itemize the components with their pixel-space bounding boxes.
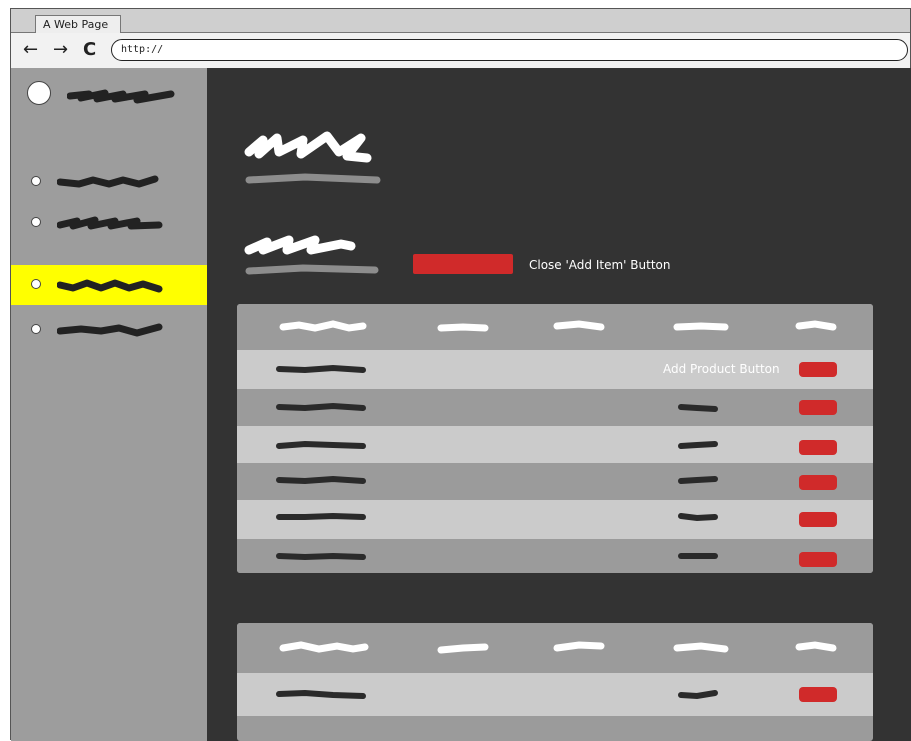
cell-placeholder	[276, 552, 366, 561]
add-product-button[interactable]	[799, 362, 837, 377]
sidebar-item-1[interactable]	[11, 162, 207, 202]
row-action-button[interactable]	[799, 687, 837, 702]
items-table: Add Product Button	[237, 304, 873, 573]
sidebar-item-2[interactable]	[11, 203, 207, 243]
column-header-placeholder	[553, 320, 605, 331]
cell-placeholder	[678, 553, 718, 559]
sidebar-item-label-placeholder	[57, 279, 163, 293]
browser-tab[interactable]: A Web Page	[35, 15, 121, 34]
bullet-icon	[31, 279, 41, 289]
main-content: Close 'Add Item' Button Add Product Butt…	[207, 68, 911, 741]
browser-toolbar: ← → C http://	[11, 33, 910, 68]
bullet-icon	[31, 176, 41, 186]
reload-icon[interactable]: C	[83, 38, 96, 62]
table-row	[237, 500, 873, 539]
cell-placeholder	[276, 689, 366, 699]
column-header-placeholder	[795, 320, 837, 331]
sidebar-item-label-placeholder	[57, 175, 159, 188]
column-header-placeholder	[279, 320, 367, 332]
sidebar-item-label-placeholder	[57, 216, 163, 230]
forward-arrow-icon[interactable]: →	[53, 38, 68, 62]
cell-placeholder	[276, 440, 366, 449]
cell-placeholder	[678, 404, 718, 412]
row-action-button[interactable]	[799, 512, 837, 527]
tab-bar: A Web Page	[11, 9, 910, 34]
add-product-label: Add Product Button	[663, 362, 780, 376]
table-row	[237, 389, 873, 426]
cell-placeholder	[276, 512, 366, 520]
browser-window: A Web Page ← → C http:// Close 'Add Item…	[10, 8, 911, 741]
table-row	[237, 539, 873, 573]
back-arrow-icon[interactable]: ←	[23, 38, 38, 62]
page-title-placeholder	[244, 131, 381, 184]
sidebar-item-4[interactable]	[11, 310, 207, 350]
cell-placeholder	[678, 513, 718, 522]
table-row: Add Product Button	[237, 350, 873, 389]
cell-placeholder	[276, 402, 366, 412]
address-bar[interactable]: http://	[111, 39, 908, 61]
column-header-placeholder	[553, 641, 605, 652]
bullet-icon	[31, 217, 41, 227]
bullet-icon	[31, 324, 41, 334]
logo-icon	[27, 81, 51, 105]
cell-placeholder	[678, 690, 718, 700]
column-header-placeholder	[673, 322, 729, 331]
logo-text-placeholder	[67, 89, 175, 104]
column-header-placeholder	[795, 641, 837, 652]
close-add-item-label: Close 'Add Item' Button	[529, 258, 671, 272]
table-row	[237, 426, 873, 463]
column-header-placeholder	[673, 642, 729, 653]
products-table	[237, 623, 873, 741]
row-action-button[interactable]	[799, 400, 837, 415]
cell-placeholder	[678, 441, 718, 449]
column-header-placeholder	[437, 643, 489, 654]
column-header-placeholder	[437, 323, 489, 332]
cell-placeholder	[678, 476, 718, 484]
cell-placeholder	[276, 475, 366, 485]
sidebar	[11, 68, 207, 741]
close-add-item-button[interactable]	[413, 254, 513, 274]
section-title-placeholder	[244, 235, 379, 275]
column-header-placeholder	[279, 641, 369, 653]
table-header-row	[237, 623, 873, 673]
table-header-row	[237, 304, 873, 350]
sidebar-item-label-placeholder	[57, 323, 163, 337]
row-action-button[interactable]	[799, 440, 837, 455]
table-row	[237, 673, 873, 716]
row-action-button[interactable]	[799, 475, 837, 490]
sidebar-item-3[interactable]	[11, 265, 207, 305]
row-action-button[interactable]	[799, 552, 837, 567]
table-row	[237, 463, 873, 500]
cell-placeholder	[276, 364, 366, 374]
